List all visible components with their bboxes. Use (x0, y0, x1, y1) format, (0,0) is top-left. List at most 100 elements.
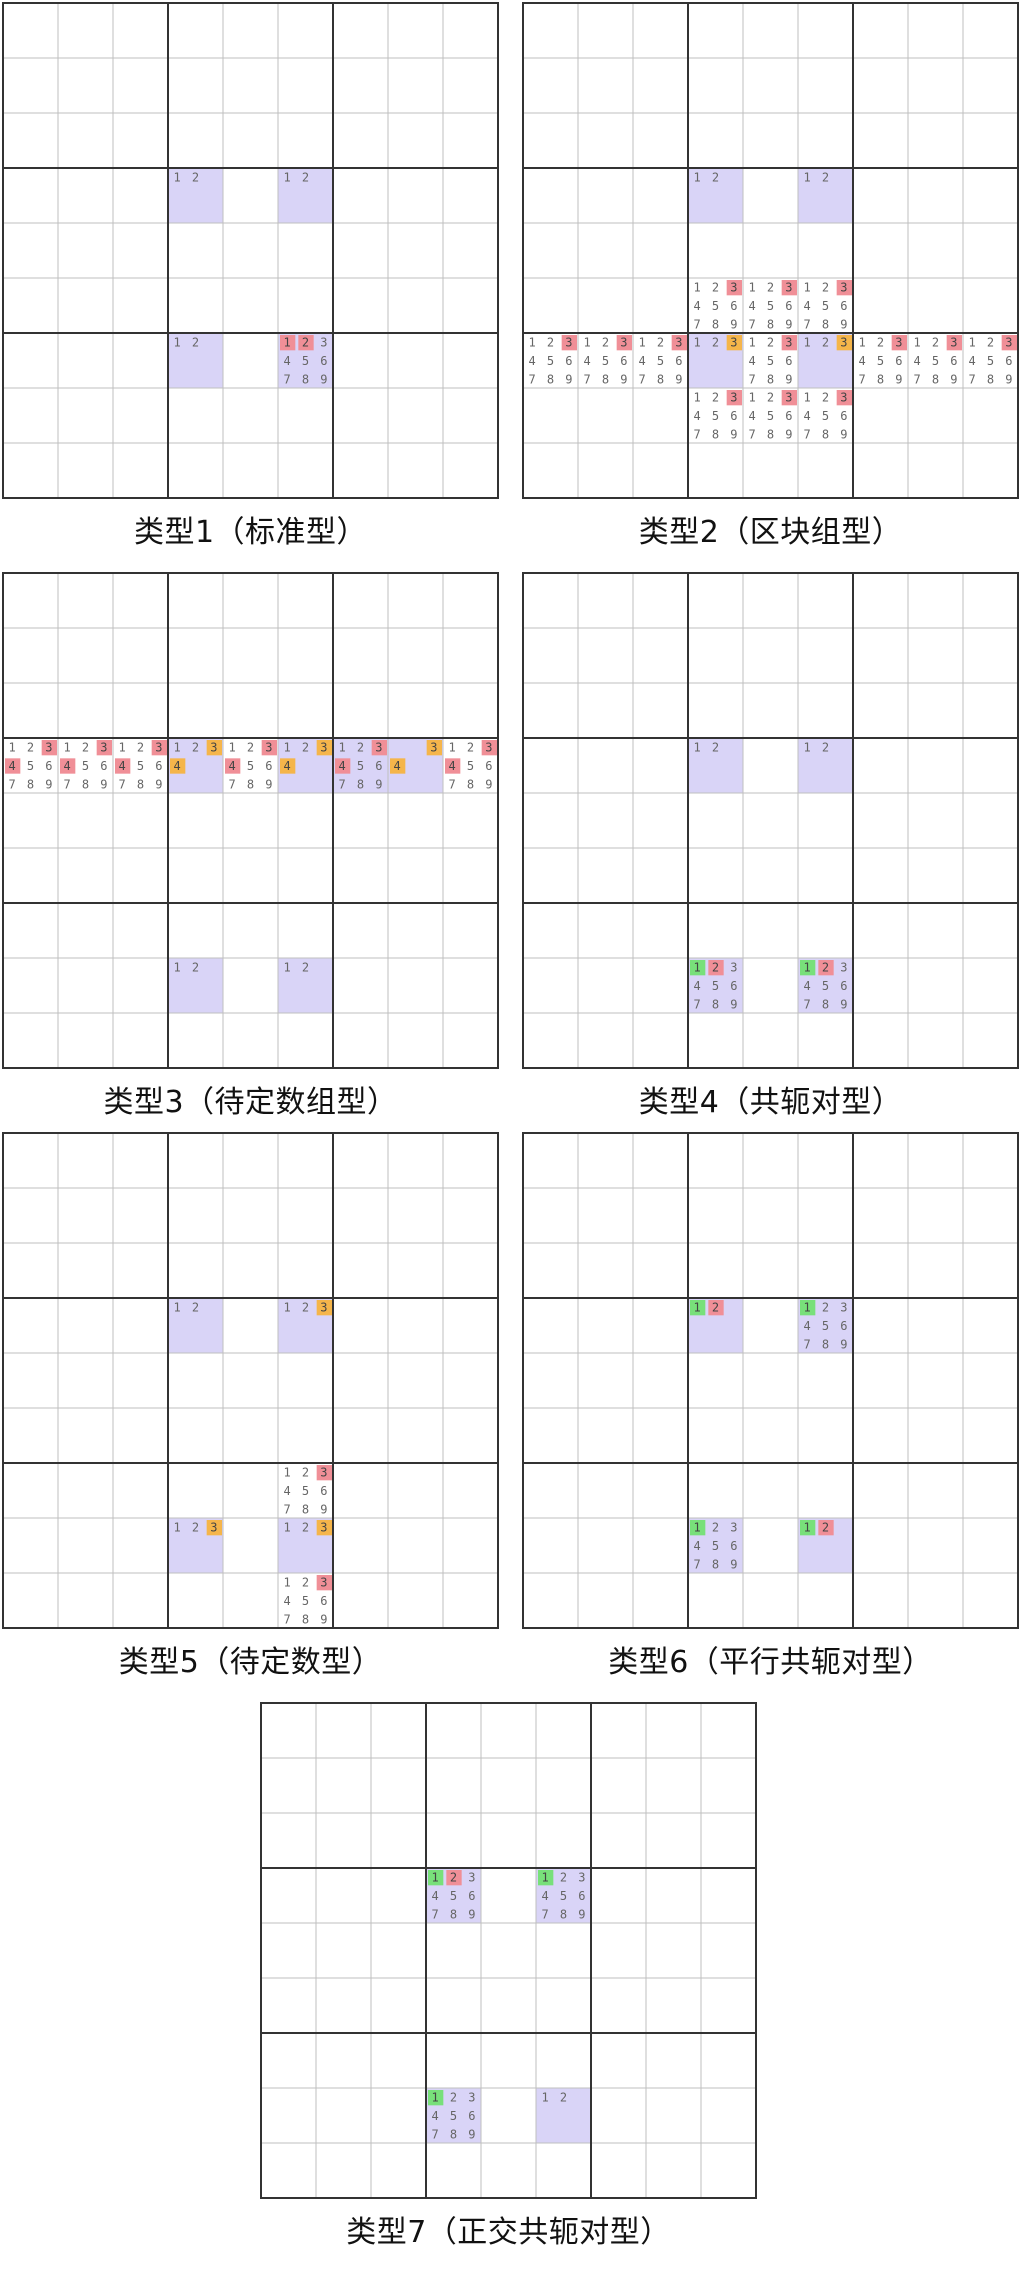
candidate-digit: 2 (712, 1521, 719, 1535)
candidate-digit: 9 (840, 997, 847, 1011)
candidate-digit: 9 (620, 372, 627, 386)
candidate-digit: 3 (210, 1521, 217, 1535)
candidate-digit: 2 (302, 1521, 309, 1535)
candidate-digit: 5 (932, 354, 939, 368)
candidate-digit: 9 (320, 1612, 327, 1626)
candidate-digit: 9 (840, 1337, 847, 1351)
candidate-digit: 2 (987, 336, 994, 350)
candidate-digit: 2 (192, 336, 199, 350)
candidate-digit: 3 (485, 741, 492, 755)
candidate-digit: 7 (584, 372, 591, 386)
candidate-digit: 8 (27, 777, 34, 791)
candidate-digit: 1 (284, 961, 291, 975)
candidate-digit: 3 (430, 741, 437, 755)
candidate-digit: 3 (320, 336, 327, 350)
candidate-digit: 1 (804, 961, 811, 975)
candidate-digit: 4 (339, 759, 346, 773)
candidate-digit: 7 (749, 372, 756, 386)
candidate-digit: 5 (987, 354, 994, 368)
candidate-digit: 2 (192, 741, 199, 755)
candidate-digit: 9 (675, 372, 682, 386)
candidate-digit: 4 (804, 299, 811, 313)
candidate-digit: 3 (730, 336, 737, 350)
candidate-digit: 5 (450, 1889, 457, 1903)
candidate-digit: 1 (229, 741, 236, 755)
candidate-digit: 5 (712, 1539, 719, 1553)
candidate-digit: 2 (302, 741, 309, 755)
candidate-digit: 4 (804, 409, 811, 423)
candidate-digit: 2 (712, 391, 719, 405)
candidate-digit: 4 (969, 354, 976, 368)
candidate-digit: 1 (174, 961, 181, 975)
candidate-digit: 3 (320, 1466, 327, 1480)
candidate-digit: 4 (432, 2109, 439, 2123)
candidate-digit: 7 (914, 372, 921, 386)
candidate-digit: 8 (877, 372, 884, 386)
candidate-digit: 4 (749, 354, 756, 368)
candidate-cell: 1 2 3 4 5 6 7 8 9 (690, 1520, 737, 1571)
candidate-digit: 3 (950, 336, 957, 350)
candidate-digit: 6 (950, 354, 957, 368)
candidate-digit: 8 (712, 1557, 719, 1571)
candidate-digit: 4 (584, 354, 591, 368)
candidate-digit: 8 (560, 1907, 567, 1921)
candidate-digit: 8 (302, 372, 309, 386)
candidate-digit: 2 (822, 391, 829, 405)
candidate-digit: 4 (749, 409, 756, 423)
candidate-digit: 2 (560, 2091, 567, 2105)
candidate-digit: 6 (730, 299, 737, 313)
candidate-cell: 1 2 3 4 5 6 7 8 9 (800, 960, 847, 1011)
candidate-digit: 9 (1005, 372, 1012, 386)
candidate-cell: 1 2 3 4 5 6 7 8 9 (690, 960, 737, 1011)
candidate-digit: 7 (749, 317, 756, 331)
candidate-digit: 2 (657, 336, 664, 350)
candidate-digit: 1 (694, 1301, 701, 1315)
candidate-digit: 5 (467, 759, 474, 773)
candidate-digit: 4 (64, 759, 71, 773)
candidate-digit: 3 (320, 1301, 327, 1315)
candidate-digit: 4 (174, 759, 181, 773)
candidate-digit: 5 (767, 299, 774, 313)
candidate-digit: 1 (284, 1576, 291, 1590)
candidate-digit: 1 (284, 1301, 291, 1315)
candidate-digit: 8 (450, 1907, 457, 1921)
candidate-digit: 4 (284, 354, 291, 368)
candidate-digit: 7 (804, 1337, 811, 1351)
candidate-digit: 9 (320, 1502, 327, 1516)
candidate-digit: 4 (859, 354, 866, 368)
candidate-digit: 2 (137, 741, 144, 755)
candidate-digit: 3 (840, 961, 847, 975)
candidate-digit: 7 (694, 427, 701, 441)
candidate-digit: 1 (174, 336, 181, 350)
candidate-digit: 1 (174, 741, 181, 755)
candidate-cell: 1 2 3 4 5 6 7 8 9 (5, 740, 57, 791)
candidate-digit: 2 (467, 741, 474, 755)
candidate-digit: 6 (1005, 354, 1012, 368)
candidate-digit: 9 (785, 372, 792, 386)
candidate-digit: 6 (265, 759, 272, 773)
candidate-digit: 1 (284, 1466, 291, 1480)
candidate-digit: 6 (840, 979, 847, 993)
candidate-cell: 1 2 3 4 5 6 7 8 9 (538, 1870, 585, 1921)
panel-caption: 类型5（待定数型） (118, 1645, 383, 1680)
candidate-digit: 7 (969, 372, 976, 386)
candidate-digit: 2 (192, 1301, 199, 1315)
candidate-digit: 4 (694, 979, 701, 993)
candidate-digit: 1 (804, 1301, 811, 1315)
candidate-digit: 4 (529, 354, 536, 368)
candidate-digit: 9 (565, 372, 572, 386)
candidate-digit: 1 (914, 336, 921, 350)
candidate-digit: 5 (767, 409, 774, 423)
candidate-digit: 8 (467, 777, 474, 791)
candidate-digit: 2 (82, 741, 89, 755)
candidate-digit: 2 (822, 1521, 829, 1535)
candidate-digit: 1 (749, 391, 756, 405)
candidate-digit: 6 (375, 759, 382, 773)
candidate-digit: 1 (9, 741, 16, 755)
candidate-digit: 7 (694, 997, 701, 1011)
candidate-digit: 9 (468, 1907, 475, 1921)
candidate-digit: 3 (895, 336, 902, 350)
candidate-digit: 5 (27, 759, 34, 773)
candidate-digit: 9 (950, 372, 957, 386)
candidate-digit: 4 (804, 1319, 811, 1333)
